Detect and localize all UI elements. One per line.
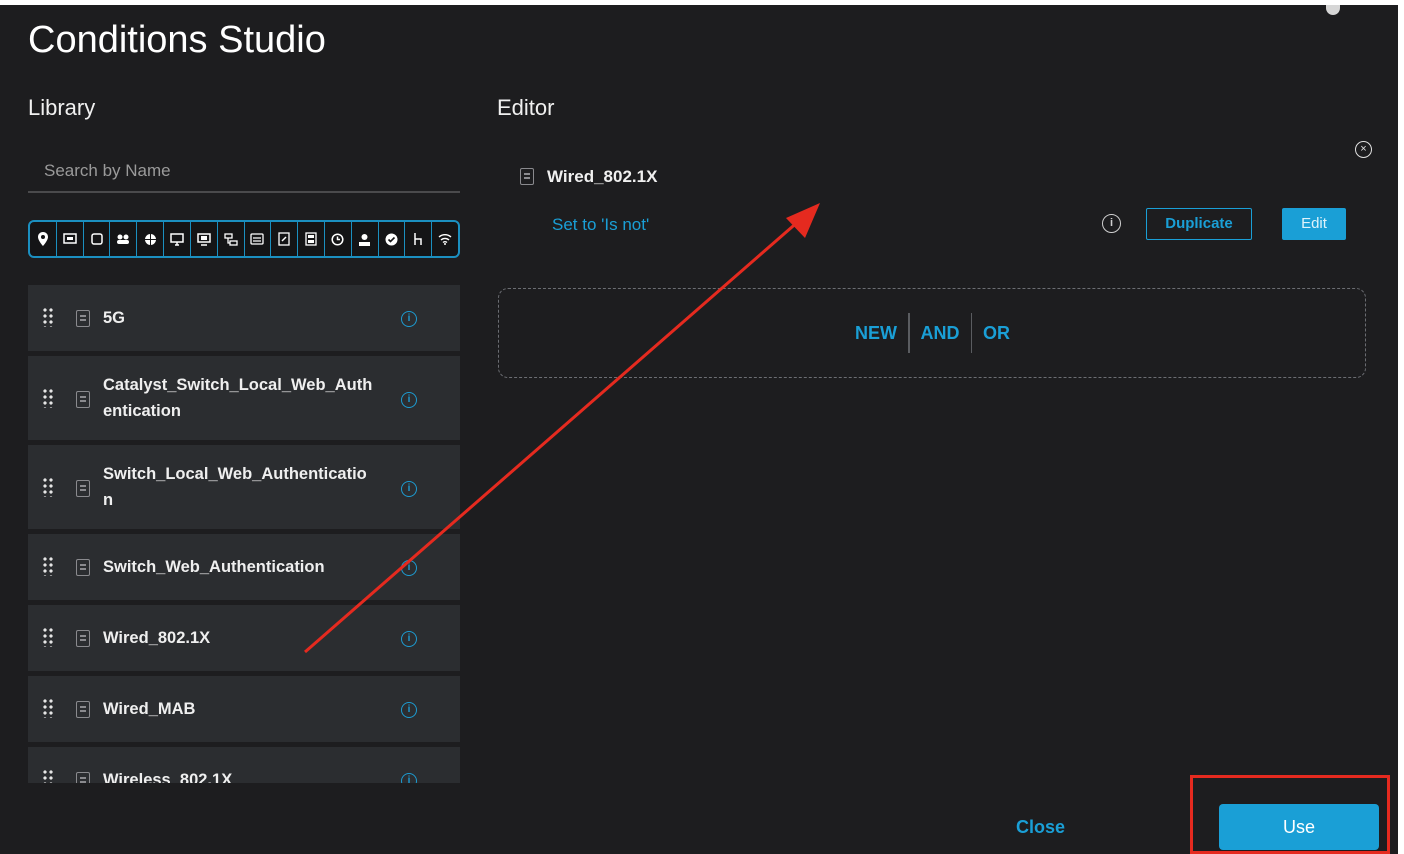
check-circle-icon[interactable] (379, 222, 406, 256)
conditions-studio-dialog: Conditions Studio Library Editor 5G i (0, 5, 1398, 854)
globe-icon[interactable] (137, 222, 165, 256)
dialog-title: Conditions Studio (28, 19, 326, 61)
remove-condition-icon[interactable]: × (1355, 141, 1372, 158)
annotation-highlight-box (1190, 775, 1390, 854)
drag-handle-icon[interactable] (42, 307, 54, 327)
list-item[interactable]: Wired_802.1X i (28, 605, 460, 671)
monitor-icon[interactable] (164, 222, 191, 256)
device-icon[interactable] (57, 222, 84, 256)
document-icon (76, 630, 90, 647)
list-item[interactable]: Catalyst_Switch_Local_Web_Authentication… (28, 356, 460, 440)
server-icon[interactable] (298, 222, 325, 256)
condition-name: 5G (103, 309, 126, 327)
document-icon (76, 480, 90, 497)
condition-name: Switch_Web_Authentication (103, 558, 325, 576)
set-is-not-link[interactable]: Set to 'Is not' (552, 215, 649, 235)
list-item[interactable]: Wired_MAB i (28, 676, 460, 742)
library-search (28, 151, 460, 193)
or-button[interactable]: OR (972, 323, 1021, 344)
card-icon[interactable] (245, 222, 272, 256)
new-button[interactable]: NEW (855, 323, 908, 344)
drag-handle-icon[interactable] (42, 698, 54, 718)
drag-handle-icon[interactable] (42, 556, 54, 576)
list-item[interactable]: Switch_Local_Web_Authentication i (28, 445, 460, 529)
document-icon (76, 559, 90, 576)
square-icon[interactable] (84, 222, 111, 256)
library-list: 5G i Catalyst_Switch_Local_Web_Authentic… (28, 285, 460, 783)
editor-heading: Editor (497, 95, 555, 120)
info-icon[interactable]: i (401, 481, 417, 497)
list-item[interactable]: 5G i (28, 285, 460, 351)
list-item[interactable]: Switch_Web_Authentication i (28, 534, 460, 600)
users-icon[interactable] (110, 222, 138, 256)
condition-name: Switch_Local_Web_Authentication (103, 465, 367, 509)
library-filter-bar (28, 220, 460, 258)
network-icon[interactable] (218, 222, 245, 256)
drag-handle-icon[interactable] (42, 477, 54, 497)
info-icon[interactable]: i (1102, 214, 1121, 233)
drag-handle-icon[interactable] (42, 388, 54, 408)
duplicate-button[interactable]: Duplicate (1146, 208, 1252, 240)
clock-icon[interactable] (325, 222, 352, 256)
info-icon[interactable]: i (401, 560, 417, 576)
tree-icon[interactable] (405, 222, 433, 256)
info-icon[interactable] (1326, 5, 1340, 15)
search-input[interactable] (28, 151, 460, 191)
info-icon[interactable]: i (401, 702, 417, 718)
info-icon[interactable]: i (401, 631, 417, 647)
document-icon (76, 310, 90, 327)
info-icon[interactable]: i (401, 311, 417, 327)
list-item[interactable]: Wireless_802.1X i (28, 747, 460, 783)
condition-name: Wired_802.1X (103, 629, 211, 647)
condition-name: Wired_MAB (103, 700, 196, 718)
document-icon (76, 772, 90, 783)
close-button[interactable]: Close (1016, 817, 1065, 838)
drag-handle-icon[interactable] (42, 627, 54, 647)
document-icon (520, 168, 534, 185)
document-icon (76, 701, 90, 718)
edit-button[interactable]: Edit (1282, 208, 1346, 240)
and-button[interactable]: AND (910, 323, 971, 344)
info-icon[interactable]: i (401, 392, 417, 408)
user-icon[interactable] (352, 222, 379, 256)
editor-condition-name: Wired_802.1X (547, 167, 658, 186)
library-heading: Library (28, 95, 96, 120)
drag-handle-icon[interactable] (42, 769, 54, 783)
condition-name: Catalyst_Switch_Local_Web_Authentication (103, 376, 373, 420)
certificate-icon[interactable] (271, 222, 299, 256)
condition-name: Wireless_802.1X (103, 771, 233, 783)
wifi-icon[interactable] (432, 222, 458, 256)
location-icon[interactable] (30, 222, 57, 256)
condition-operators: NEW AND OR (855, 312, 1021, 354)
desktop-icon[interactable] (191, 222, 218, 256)
document-icon (76, 391, 90, 408)
info-icon[interactable]: i (401, 773, 417, 783)
